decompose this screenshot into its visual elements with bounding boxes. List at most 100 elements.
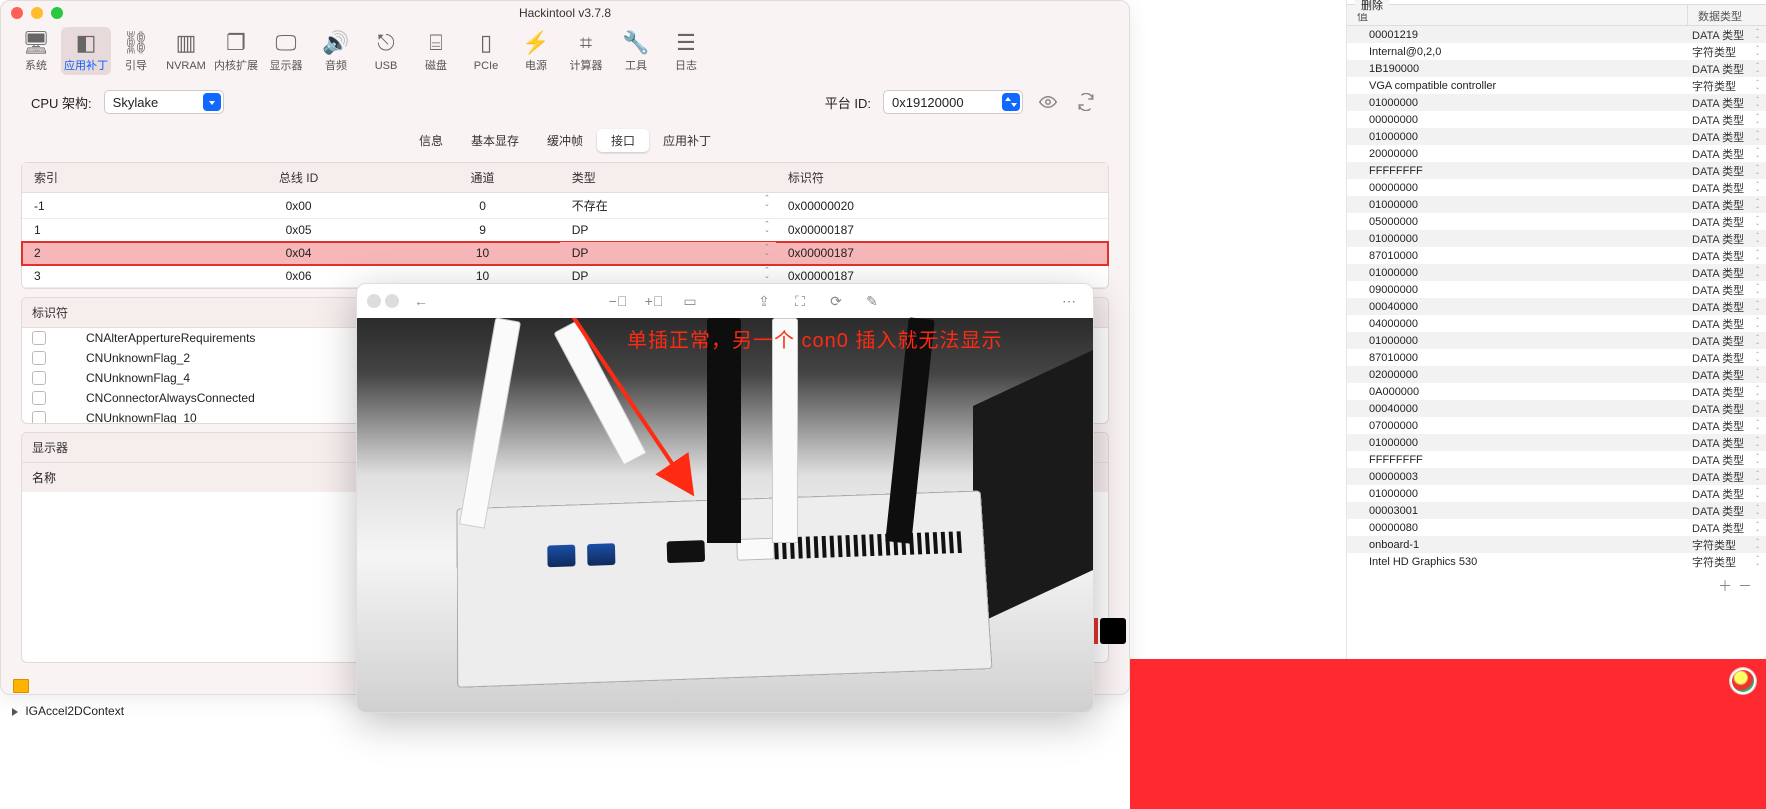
remove-icon[interactable]: － [1738, 576, 1752, 596]
data-row[interactable]: 00000080DATA 类型 [1347, 519, 1766, 536]
toolbar-kext[interactable]: ❐内核扩展 [211, 27, 261, 75]
data-row[interactable]: 0A000000DATA 类型 [1347, 383, 1766, 400]
data-type[interactable]: DATA 类型 [1688, 248, 1766, 264]
preview-close-icon[interactable] [367, 294, 381, 308]
data-row[interactable]: 01000000DATA 类型 [1347, 196, 1766, 213]
folder-icon[interactable] [13, 679, 29, 693]
table-row[interactable]: -10x000不存在0x00000020 [22, 193, 1108, 219]
flag-checkbox[interactable] [32, 371, 46, 385]
data-type[interactable]: DATA 类型 [1688, 95, 1766, 111]
data-type[interactable]: DATA 类型 [1688, 503, 1766, 519]
data-row[interactable]: 01000000DATA 类型 [1347, 264, 1766, 281]
data-row[interactable]: VGA compatible controller字符类型 [1347, 77, 1766, 94]
tab-1[interactable]: 基本显存 [457, 129, 533, 152]
tab-2[interactable]: 缓冲帧 [533, 129, 597, 152]
data-type[interactable]: DATA 类型 [1688, 112, 1766, 128]
flag-checkbox[interactable] [32, 331, 46, 345]
toolbar-boot[interactable]: ⛓引导 [111, 27, 161, 75]
data-row[interactable]: 09000000DATA 类型 [1347, 281, 1766, 298]
eye-icon[interactable] [1035, 89, 1061, 115]
data-type[interactable]: DATA 类型 [1688, 265, 1766, 281]
data-type[interactable]: DATA 类型 [1688, 367, 1766, 383]
edit-icon[interactable]: ✎ [858, 289, 886, 313]
chrome-icon[interactable] [1730, 668, 1756, 694]
toolbar-display[interactable]: 🖵显示器 [261, 27, 311, 75]
data-type[interactable]: DATA 类型 [1688, 282, 1766, 298]
data-type[interactable]: 字符类型 [1688, 537, 1766, 553]
data-type[interactable]: DATA 类型 [1688, 316, 1766, 332]
rotate-icon[interactable]: ⟳ [822, 289, 850, 313]
data-type[interactable]: 字符类型 [1688, 554, 1766, 570]
toolbar-patch[interactable]: ◧应用补丁 [61, 27, 111, 75]
data-row[interactable]: 87010000DATA 类型 [1347, 349, 1766, 366]
data-row[interactable]: 87010000DATA 类型 [1347, 247, 1766, 264]
tree-item-label[interactable]: IGAccel2DContext [25, 704, 124, 718]
toolbar-system[interactable]: 🖥系统 [11, 27, 61, 75]
back-icon[interactable]: ← [407, 289, 435, 313]
data-row[interactable]: 00000000DATA 类型 [1347, 179, 1766, 196]
fit-icon[interactable]: ▭ [676, 289, 704, 313]
data-type[interactable]: DATA 类型 [1688, 231, 1766, 247]
table-row[interactable]: 20x0410DP0x00000187 [22, 242, 1108, 265]
data-type[interactable]: DATA 类型 [1688, 333, 1766, 349]
data-row[interactable]: 00000000DATA 类型 [1347, 111, 1766, 128]
data-type[interactable]: DATA 类型 [1688, 214, 1766, 230]
data-type[interactable]: DATA 类型 [1688, 299, 1766, 315]
cell-type[interactable]: 不存在 [560, 193, 776, 219]
toolbar-calc[interactable]: ⌗计算器 [561, 27, 611, 75]
expand-icon[interactable] [12, 708, 18, 716]
cell-type[interactable]: DP [560, 242, 776, 265]
maximize-icon[interactable] [51, 7, 63, 19]
data-type[interactable]: DATA 类型 [1688, 418, 1766, 434]
table-row[interactable]: 10x059DP0x00000187 [22, 219, 1108, 242]
data-row[interactable]: 00001219DATA 类型 [1347, 26, 1766, 43]
data-type[interactable]: DATA 类型 [1688, 452, 1766, 468]
data-row[interactable]: FFFFFFFFDATA 类型 [1347, 451, 1766, 468]
data-type[interactable]: DATA 类型 [1688, 520, 1766, 536]
toolbar-nvram[interactable]: ▥NVRAM [161, 27, 211, 75]
tab-3[interactable]: 接口 [597, 129, 649, 152]
data-type[interactable]: DATA 类型 [1688, 27, 1766, 43]
toolbar-disk[interactable]: ⌸磁盘 [411, 27, 461, 75]
minimize-icon[interactable] [31, 7, 43, 19]
data-row[interactable]: 00040000DATA 类型 [1347, 400, 1766, 417]
data-row[interactable]: 01000000DATA 类型 [1347, 230, 1766, 247]
data-row[interactable]: 01000000DATA 类型 [1347, 128, 1766, 145]
toolbar-audio[interactable]: 🔊音频 [311, 27, 361, 75]
toolbar-usb[interactable]: ⎋USB [361, 27, 411, 75]
data-type[interactable]: DATA 类型 [1688, 435, 1766, 451]
preview-min-icon[interactable] [385, 294, 399, 308]
delete-label[interactable]: 删除 [1355, 0, 1389, 13]
data-row[interactable]: 01000000DATA 类型 [1347, 94, 1766, 111]
data-row[interactable]: 1B190000DATA 类型 [1347, 60, 1766, 77]
data-type[interactable]: DATA 类型 [1688, 163, 1766, 179]
zoom-in-icon[interactable]: +⃝ [640, 289, 668, 313]
data-row[interactable]: 04000000DATA 类型 [1347, 315, 1766, 332]
data-type[interactable]: DATA 类型 [1688, 469, 1766, 485]
tab-0[interactable]: 信息 [405, 129, 457, 152]
fullscreen-icon[interactable]: ⛶ [786, 289, 814, 313]
zoom-out-icon[interactable]: −⃝ [604, 289, 632, 313]
platform-id-select[interactable]: 0x19120000 [883, 90, 1023, 114]
data-type[interactable]: DATA 类型 [1688, 401, 1766, 417]
data-row[interactable]: 01000000DATA 类型 [1347, 434, 1766, 451]
data-row[interactable]: FFFFFFFFDATA 类型 [1347, 162, 1766, 179]
data-type[interactable]: DATA 类型 [1688, 146, 1766, 162]
data-row[interactable]: 01000000DATA 类型 [1347, 332, 1766, 349]
add-icon[interactable]: ＋ [1718, 576, 1732, 596]
data-row[interactable]: 00003001DATA 类型 [1347, 502, 1766, 519]
toolbar-tools[interactable]: 🔧工具 [611, 27, 661, 75]
data-row[interactable]: 01000000DATA 类型 [1347, 485, 1766, 502]
data-type[interactable]: DATA 类型 [1688, 129, 1766, 145]
toolbar-logs[interactable]: ☰日志 [661, 27, 711, 75]
data-type[interactable]: DATA 类型 [1688, 350, 1766, 366]
data-type[interactable]: DATA 类型 [1688, 180, 1766, 196]
cell-type[interactable]: DP [560, 219, 776, 242]
data-row[interactable]: 07000000DATA 类型 [1347, 417, 1766, 434]
data-type[interactable]: 字符类型 [1688, 78, 1766, 94]
tab-4[interactable]: 应用补丁 [649, 129, 725, 152]
data-row[interactable]: Intel HD Graphics 530字符类型 [1347, 553, 1766, 570]
data-row[interactable]: 05000000DATA 类型 [1347, 213, 1766, 230]
data-row[interactable]: onboard-1字符类型 [1347, 536, 1766, 553]
more-icon[interactable]: ⋯ [1055, 289, 1083, 313]
